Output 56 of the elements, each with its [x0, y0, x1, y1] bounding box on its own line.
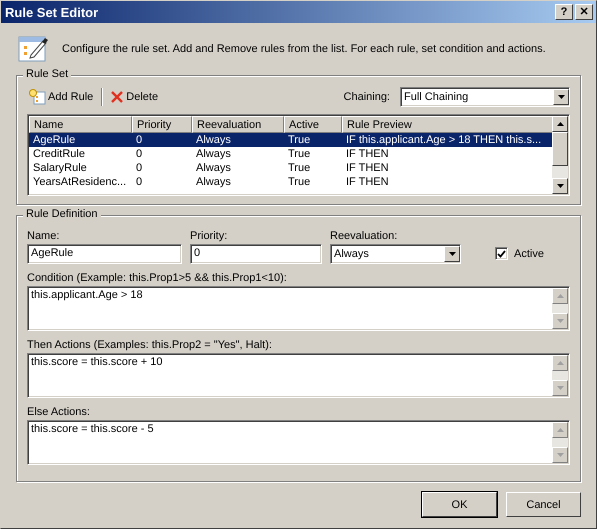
priority-field[interactable]: 0 — [190, 244, 322, 264]
chaining-label: Chaining: — [344, 91, 390, 103]
table-cell[interactable]: True — [284, 161, 342, 175]
condition-label: Condition (Example: this.Prop1>5 && this.Prop1<10): — [27, 272, 288, 284]
column-header[interactable]: Name — [29, 116, 132, 133]
table-cell[interactable]: 0 — [132, 147, 192, 161]
table-cell[interactable]: IF this.applicant.Age > 18 THEN this.s... — [342, 133, 554, 147]
help-button[interactable]: ? — [555, 4, 573, 20]
chaining-dropdown[interactable]: Full Chaining — [400, 87, 570, 107]
reevaluation-dropdown[interactable]: Always — [330, 244, 461, 264]
column-header[interactable]: Priority — [132, 116, 192, 133]
table-cell[interactable]: Always — [192, 161, 284, 175]
else-actions-label: Else Actions: — [27, 406, 91, 418]
table-cell[interactable]: CreditRule — [29, 147, 132, 161]
scroll-up-icon[interactable] — [556, 122, 564, 126]
active-checkbox[interactable] — [495, 247, 508, 260]
table-cell[interactable]: Always — [192, 147, 284, 161]
table-cell[interactable]: AgeRule — [29, 133, 132, 147]
active-label[interactable]: Active — [514, 248, 544, 260]
table-cell[interactable]: YearsAtResidenc... — [29, 175, 132, 189]
table-cell[interactable]: IF THEN — [342, 147, 554, 161]
table-cell[interactable]: IF THEN — [342, 175, 554, 189]
table-cell[interactable]: 0 — [132, 175, 192, 189]
table-cell[interactable]: 0 — [132, 161, 192, 175]
reevaluation-label: Reevaluation: — [330, 230, 398, 242]
table-cell[interactable]: True — [284, 133, 342, 147]
table-cell[interactable]: 0 — [132, 133, 192, 147]
column-header[interactable]: Reevaluation — [192, 116, 284, 133]
add-button[interactable]: Add Rule — [27, 88, 96, 106]
table-cell[interactable]: True — [284, 147, 342, 161]
else-actions-field[interactable]: this.score = this.score - 5 — [27, 420, 570, 465]
table-cell[interactable]: SalaryRule — [29, 161, 132, 175]
table-cell[interactable]: Always — [192, 133, 284, 147]
delete-button[interactable]: Delete — [108, 89, 160, 105]
table-cell[interactable]: IF THEN — [342, 161, 554, 175]
column-header[interactable]: Active — [284, 116, 342, 133]
scroll-down-icon[interactable] — [556, 184, 564, 188]
table-cell[interactable]: True — [284, 175, 342, 189]
dialog-button[interactable]: Cancel — [506, 492, 581, 517]
group-title: Rule Definition — [23, 208, 101, 220]
name-label: Name: — [27, 230, 60, 242]
priority-label: Priority: — [190, 230, 228, 242]
delete-icon — [110, 90, 124, 104]
then-actions-field[interactable]: this.score = this.score + 10 — [27, 353, 570, 398]
window-title: Rule Set Editor — [5, 4, 100, 20]
dialog-button[interactable]: OK — [422, 492, 497, 517]
then-actions-label: Then Actions (Examples: this.Prop2 = "Yes", Halt): — [27, 339, 273, 351]
add-list-icon — [29, 89, 46, 105]
scrollbar[interactable] — [552, 116, 568, 194]
close-button[interactable]: ✕ — [575, 4, 593, 20]
name-field[interactable]: AgeRule — [27, 244, 182, 264]
table-cell[interactable]: Always — [192, 175, 284, 189]
group-title: Rule Set — [23, 68, 72, 80]
condition-field[interactable]: this.applicant.Age > 18 — [27, 286, 570, 331]
column-header[interactable]: Rule Preview — [342, 116, 554, 133]
description-text: Configure the rule set. Add and Remove rules from the list. For each rule, set condition and actions. — [62, 43, 546, 55]
